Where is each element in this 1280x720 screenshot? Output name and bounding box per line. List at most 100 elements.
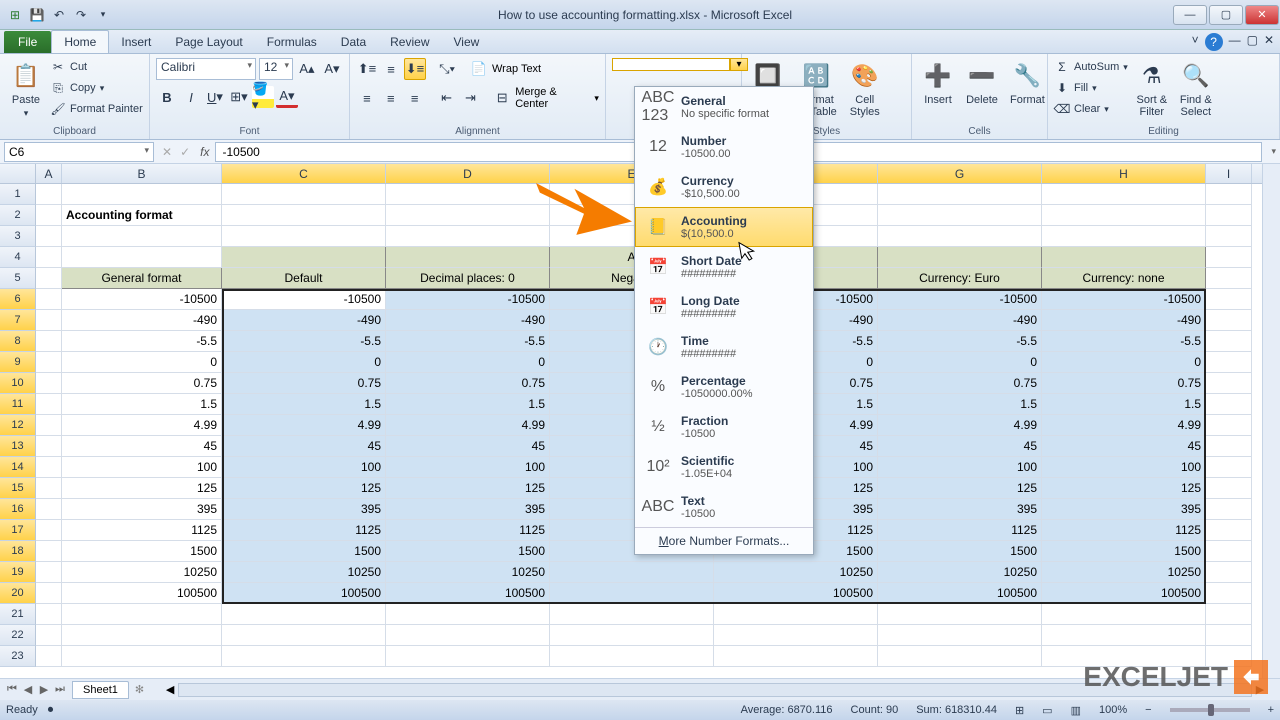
cell[interactable]: [36, 499, 62, 520]
autosum-button[interactable]: ΣAutoSum▾: [1054, 58, 1128, 76]
cell[interactable]: -490: [878, 310, 1042, 331]
column-header-B[interactable]: B: [62, 164, 222, 183]
cell[interactable]: [62, 625, 222, 646]
decrease-indent-icon[interactable]: ⇤: [436, 87, 458, 109]
cell[interactable]: 0.75: [386, 373, 550, 394]
cell[interactable]: [1206, 373, 1252, 394]
cell[interactable]: [222, 625, 386, 646]
delete-cells-button[interactable]: ➖Delete: [962, 58, 1002, 108]
tab-page-layout[interactable]: Page Layout: [163, 31, 254, 53]
cell[interactable]: 1500: [62, 541, 222, 562]
cell[interactable]: [1206, 331, 1252, 352]
cell[interactable]: -10500: [878, 289, 1042, 310]
column-header-D[interactable]: D: [386, 164, 550, 183]
cell[interactable]: 45: [878, 436, 1042, 457]
cell[interactable]: [1042, 205, 1206, 226]
cell[interactable]: Default: [222, 268, 386, 289]
cell[interactable]: -10500: [222, 289, 386, 310]
cell[interactable]: [1206, 562, 1252, 583]
row-header[interactable]: 9: [0, 352, 36, 373]
cell[interactable]: -10500: [1042, 289, 1206, 310]
font-size-select[interactable]: 12: [259, 58, 293, 80]
cell[interactable]: [878, 205, 1042, 226]
cell[interactable]: [36, 268, 62, 289]
column-header-G[interactable]: G: [878, 164, 1042, 183]
sort-filter-button[interactable]: ⚗Sort & Filter: [1132, 58, 1172, 120]
minimize-button[interactable]: —: [1173, 5, 1207, 25]
view-layout-icon[interactable]: ▭: [1042, 704, 1052, 717]
help-icon[interactable]: ?: [1205, 33, 1223, 51]
cell[interactable]: 395: [222, 499, 386, 520]
cell[interactable]: [36, 478, 62, 499]
tab-home[interactable]: Home: [51, 30, 109, 53]
bold-button[interactable]: B: [156, 86, 178, 108]
underline-button[interactable]: U▾: [204, 86, 226, 108]
numfmt-item-text[interactable]: ABCText-10500: [635, 487, 813, 527]
cell[interactable]: [1206, 520, 1252, 541]
cell[interactable]: 125: [878, 478, 1042, 499]
numfmt-item-scientific[interactable]: 10²Scientific-1.05E+04: [635, 447, 813, 487]
row-header[interactable]: 13: [0, 436, 36, 457]
cell[interactable]: [36, 625, 62, 646]
numfmt-item-general[interactable]: ABC 123GeneralNo specific format: [635, 87, 813, 127]
font-name-select[interactable]: Calibri: [156, 58, 256, 80]
cell[interactable]: [36, 352, 62, 373]
cell[interactable]: 0: [62, 352, 222, 373]
new-sheet-icon[interactable]: ✻: [129, 683, 150, 696]
numfmt-item-time[interactable]: 🕐Time#########: [635, 327, 813, 367]
cell-styles-button[interactable]: 🎨Cell Styles: [845, 58, 885, 120]
sheet-nav-buttons[interactable]: ⏮◀▶⏭: [0, 683, 72, 696]
orientation-icon[interactable]: ⤡▾: [436, 58, 458, 80]
row-header[interactable]: 19: [0, 562, 36, 583]
cell[interactable]: [36, 394, 62, 415]
column-header-H[interactable]: H: [1042, 164, 1206, 183]
cell[interactable]: 4.99: [222, 415, 386, 436]
cell[interactable]: -490: [1042, 310, 1206, 331]
row-header[interactable]: 3: [0, 226, 36, 247]
merge-center-button[interactable]: ⊟: [491, 87, 513, 109]
zoom-slider[interactable]: [1170, 708, 1250, 712]
cell[interactable]: [386, 184, 550, 205]
cut-button[interactable]: ✂Cut: [50, 58, 143, 76]
fill-color-button[interactable]: 🪣▾: [252, 86, 274, 108]
cell[interactable]: 125: [1042, 478, 1206, 499]
maximize-button[interactable]: ▢: [1209, 5, 1243, 25]
cell[interactable]: 10250: [386, 562, 550, 583]
cell[interactable]: 0: [386, 352, 550, 373]
numfmt-item-accounting[interactable]: 📒Accounting$(10,500.0: [635, 207, 813, 247]
italic-button[interactable]: I: [180, 86, 202, 108]
cell[interactable]: 100: [878, 457, 1042, 478]
align-middle-icon[interactable]: ≡: [380, 58, 402, 80]
format-cells-button[interactable]: 🔧Format: [1006, 58, 1049, 108]
save-icon[interactable]: 💾: [28, 6, 46, 24]
cell[interactable]: 10250: [878, 562, 1042, 583]
cell[interactable]: Accounting format: [62, 205, 222, 226]
cell[interactable]: [36, 247, 62, 268]
cell[interactable]: 395: [386, 499, 550, 520]
cell[interactable]: [878, 604, 1042, 625]
cell[interactable]: 10250: [1042, 562, 1206, 583]
row-header[interactable]: 23: [0, 646, 36, 667]
align-bottom-icon[interactable]: ⬇≡: [404, 58, 426, 80]
cell[interactable]: [550, 604, 714, 625]
cell[interactable]: -5.5: [878, 331, 1042, 352]
cell[interactable]: 100500: [222, 583, 386, 604]
row-header[interactable]: 21: [0, 604, 36, 625]
cell[interactable]: 0.75: [1042, 373, 1206, 394]
cell[interactable]: -490: [222, 310, 386, 331]
number-format-dropdown-button[interactable]: ▾: [730, 58, 748, 71]
cell[interactable]: [1042, 184, 1206, 205]
cell[interactable]: [1206, 352, 1252, 373]
cell[interactable]: [878, 625, 1042, 646]
cell[interactable]: 395: [878, 499, 1042, 520]
insert-cells-button[interactable]: ➕Insert: [918, 58, 958, 108]
cell[interactable]: [714, 604, 878, 625]
cell[interactable]: [878, 247, 1042, 268]
view-pagebreak-icon[interactable]: ▥: [1071, 704, 1081, 717]
row-header[interactable]: 10: [0, 373, 36, 394]
cell[interactable]: [36, 226, 62, 247]
row-header[interactable]: 5: [0, 268, 36, 289]
cell[interactable]: 0.75: [222, 373, 386, 394]
cell[interactable]: [36, 310, 62, 331]
align-center-icon[interactable]: ≡: [380, 87, 402, 109]
